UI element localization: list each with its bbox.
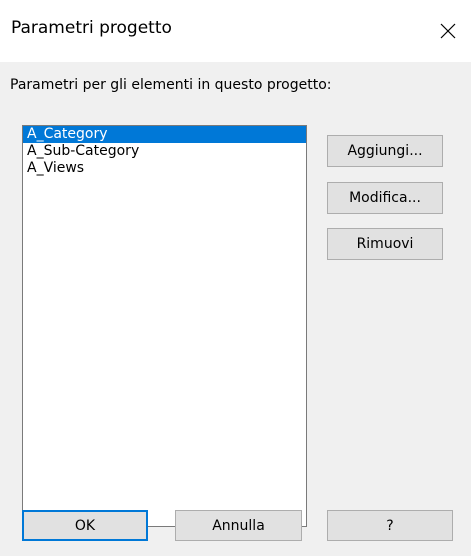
close-icon bbox=[440, 23, 456, 39]
help-button[interactable]: ? bbox=[327, 510, 453, 541]
close-button[interactable] bbox=[425, 0, 471, 62]
edit-button[interactable]: Modifica... bbox=[327, 182, 443, 214]
add-button[interactable]: Aggiungi... bbox=[327, 135, 443, 167]
project-parameters-dialog: Parametri progetto Parametri per gli ele… bbox=[0, 0, 471, 556]
parameters-listbox[interactable]: A_Category A_Sub-Category A_Views bbox=[22, 125, 307, 527]
list-item-a-sub-category[interactable]: A_Sub-Category bbox=[23, 143, 306, 160]
list-item-a-category[interactable]: A_Category bbox=[23, 126, 306, 143]
cancel-button[interactable]: Annulla bbox=[175, 510, 302, 541]
title-bar: Parametri progetto bbox=[0, 0, 471, 62]
window-title: Parametri progetto bbox=[11, 18, 172, 38]
list-item-a-views[interactable]: A_Views bbox=[23, 160, 306, 177]
parameters-prompt-label: Parametri per gli elementi in questo pro… bbox=[10, 77, 332, 93]
ok-button[interactable]: OK bbox=[22, 510, 148, 541]
remove-button[interactable]: Rimuovi bbox=[327, 228, 443, 260]
